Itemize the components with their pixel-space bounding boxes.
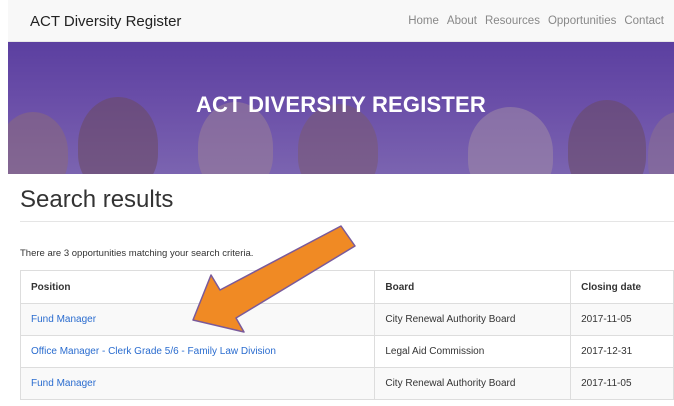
- cell-closing-date: 2017-12-31: [570, 335, 674, 368]
- hero-title: ACT DIVERSITY REGISTER: [195, 92, 487, 117]
- results-summary: There are 3 opportunities matching your …: [20, 248, 254, 259]
- cell-closing-date: 2017-11-05: [570, 367, 674, 400]
- table-row: Office Manager - Clerk Grade 5/6 - Famil…: [19, 335, 674, 368]
- cell-position: Fund Manager: [19, 367, 376, 400]
- cell-position: Office Manager - Clerk Grade 5/6 - Famil…: [19, 335, 376, 368]
- table-row: Fund Manager City Renewal Authority Boar…: [19, 303, 674, 336]
- cell-board: Legal Aid Commission: [374, 335, 572, 368]
- column-header-board: Board: [374, 270, 572, 304]
- hero-photo-face: [648, 112, 674, 174]
- nav-about[interactable]: About: [447, 15, 477, 27]
- page-title: Search results: [20, 186, 174, 213]
- navbar: ACT Diversity Register Home About Resour…: [8, 0, 674, 42]
- cell-board: City Renewal Authority Board: [374, 367, 572, 400]
- position-link[interactable]: Fund Manager: [31, 314, 96, 325]
- nav-resources[interactable]: Resources: [485, 15, 540, 27]
- divider: [20, 221, 674, 222]
- cell-closing-date: 2017-11-05: [570, 303, 674, 336]
- position-link[interactable]: Office Manager - Clerk Grade 5/6 - Famil…: [31, 346, 276, 357]
- table-row: Fund Manager City Renewal Authority Boar…: [19, 367, 674, 400]
- brand-link[interactable]: ACT Diversity Register: [30, 13, 181, 30]
- table-header-row: Position Board Closing date: [19, 270, 674, 304]
- column-header-closing-date: Closing date: [570, 270, 674, 304]
- hero-photo-face: [8, 112, 68, 174]
- nav-opportunities[interactable]: Opportunities: [548, 15, 616, 27]
- cell-board: City Renewal Authority Board: [374, 303, 572, 336]
- nav-links: Home About Resources Opportunities Conta…: [408, 15, 664, 27]
- position-link[interactable]: Fund Manager: [31, 378, 96, 389]
- column-header-position: Position: [19, 270, 376, 304]
- results-table: Position Board Closing date Fund Manager…: [19, 270, 674, 400]
- nav-contact[interactable]: Contact: [624, 15, 664, 27]
- cell-position: Fund Manager: [19, 303, 376, 336]
- nav-home[interactable]: Home: [408, 15, 439, 27]
- hero-banner: ACT DIVERSITY REGISTER: [8, 42, 674, 174]
